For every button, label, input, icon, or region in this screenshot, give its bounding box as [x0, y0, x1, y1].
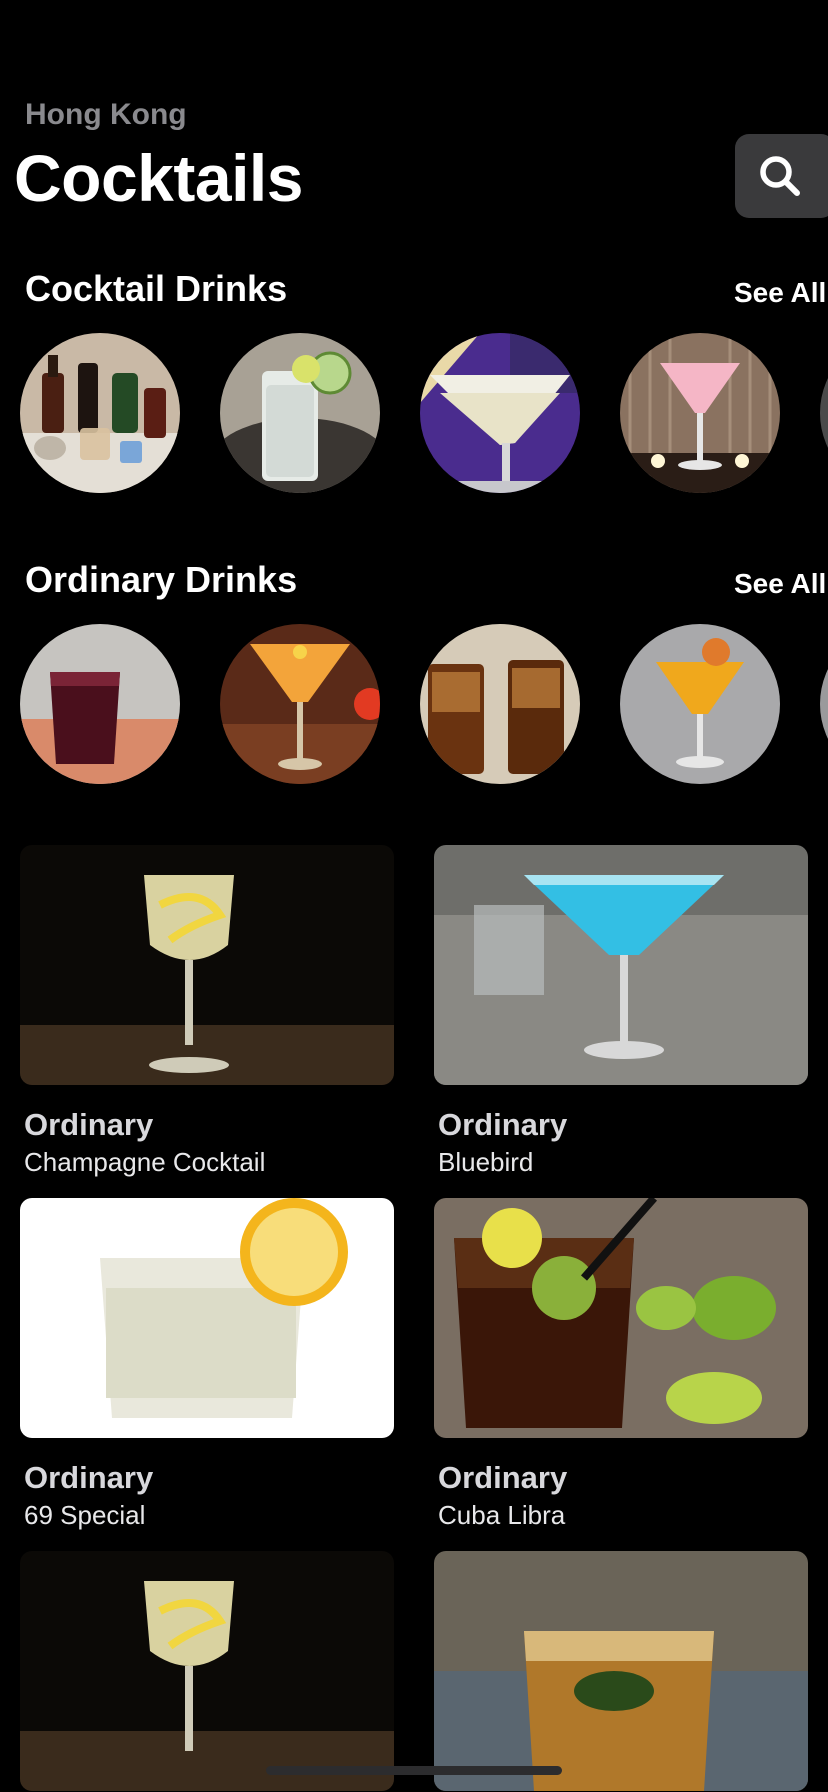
search-icon	[760, 156, 800, 196]
drink-card-name: Cuba Libra	[438, 1500, 566, 1530]
drink-card-image	[434, 845, 808, 1085]
drink-card-image	[434, 1198, 808, 1438]
drink-thumbnail-partial[interactable]	[820, 333, 828, 493]
drink-card[interactable]: Ordinary Bluebird	[434, 845, 808, 1178]
search-button[interactable]	[735, 134, 828, 218]
section-title-ordinary-drinks: Ordinary Drinks	[25, 559, 298, 600]
drink-thumbnail[interactable]	[420, 624, 580, 784]
drink-card-category: Ordinary	[438, 1107, 568, 1142]
drink-card-name: Champagne Cocktail	[24, 1147, 266, 1177]
drink-card[interactable]	[434, 1551, 808, 1791]
drink-card-name: 69 Special	[24, 1500, 146, 1530]
drink-thumbnail[interactable]	[20, 624, 180, 784]
see-all-ordinary-drinks[interactable]: See All	[734, 568, 826, 600]
drink-card[interactable]: Ordinary Cuba Libra	[434, 1198, 808, 1531]
drink-card-image	[434, 1551, 808, 1791]
drink-thumbnail[interactable]	[620, 624, 780, 784]
location-label: Hong Kong	[25, 98, 187, 131]
drink-thumbnail[interactable]	[420, 333, 580, 493]
see-all-cocktail-drinks[interactable]: See All	[734, 277, 826, 309]
page-title: Cocktails	[14, 141, 303, 215]
drink-card[interactable]	[20, 1551, 394, 1791]
drink-thumbnail[interactable]	[220, 333, 380, 493]
drink-card-image	[20, 1551, 394, 1791]
drink-card-image	[20, 845, 394, 1085]
drink-card-category: Ordinary	[24, 1107, 154, 1142]
drink-thumbnail-partial[interactable]	[820, 624, 828, 784]
drink-thumbnail[interactable]	[220, 624, 380, 784]
drink-thumbnail[interactable]	[20, 333, 180, 493]
ordinary-drinks-carousel[interactable]	[0, 624, 828, 788]
drink-card-name: Bluebird	[438, 1147, 534, 1177]
home-indicator[interactable]	[266, 1766, 562, 1775]
drink-card-category: Ordinary	[24, 1460, 154, 1495]
drink-card[interactable]: Ordinary Champagne Cocktail	[20, 845, 394, 1178]
section-title-cocktail-drinks: Cocktail Drinks	[25, 268, 288, 309]
drink-card-image	[20, 1198, 394, 1438]
drink-card-category: Ordinary	[438, 1460, 568, 1495]
drink-thumbnail[interactable]	[620, 333, 780, 493]
cocktail-drinks-carousel[interactable]	[0, 333, 828, 497]
drink-card[interactable]: Ordinary 69 Special	[20, 1198, 394, 1531]
